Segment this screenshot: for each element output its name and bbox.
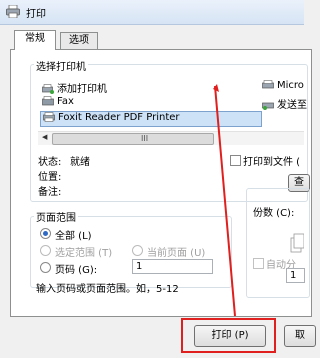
select-printer-heading: 选择打印机 xyxy=(34,58,88,73)
add-printer-icon xyxy=(42,84,54,94)
cancel-button[interactable]: 取 xyxy=(284,325,316,347)
printer-icon xyxy=(262,80,274,89)
title-bar: 打印 xyxy=(0,0,304,25)
printer-label: Fax xyxy=(57,96,74,107)
status-label: 状态: xyxy=(38,157,62,168)
printer-label: Micro xyxy=(277,80,304,91)
window-title: 打印 xyxy=(26,9,46,20)
scroll-grip: III xyxy=(141,134,149,143)
range-current-radio[interactable] xyxy=(132,245,143,256)
collate-pages-icon xyxy=(290,233,304,253)
tab-options[interactable]: 选项 xyxy=(60,32,98,50)
printer-label: Foxit Reader PDF Printer xyxy=(58,112,180,123)
send-to-printer-icon xyxy=(262,102,274,110)
range-all-radio[interactable] xyxy=(40,228,51,239)
printer-icon xyxy=(43,112,55,122)
page-range-hint: 输入页码或页面范围。如，5-12 xyxy=(36,284,179,295)
copies-label: 份数 (C): xyxy=(253,208,295,219)
printer-list-scrollbar[interactable]: ◀ III xyxy=(38,131,304,145)
printer-label: 添加打印机 xyxy=(57,84,107,95)
printer-item-send-to[interactable]: 发送至 xyxy=(262,96,307,111)
range-all-label: 全部 (L) xyxy=(55,231,92,242)
scroll-left-icon[interactable]: ◀ xyxy=(42,133,47,141)
copies-input[interactable]: 1 xyxy=(286,268,305,283)
range-current-label: 当前页面 (U) xyxy=(147,248,206,259)
location-label: 位置: xyxy=(38,172,62,183)
pages-input[interactable]: 1 xyxy=(132,259,213,274)
tab-general[interactable]: 常规 xyxy=(14,30,56,50)
printer-item-fax[interactable]: Fax xyxy=(42,96,74,109)
range-pages-label: 页码 (G): xyxy=(55,265,98,276)
print-to-file-label: 打印到文件 ( xyxy=(243,157,301,168)
comment-label: 备注: xyxy=(38,187,62,198)
tab-label: 常规 xyxy=(25,33,45,44)
highlight-arrow-icon xyxy=(213,84,236,317)
button-label: 取 xyxy=(295,330,305,341)
range-pages-radio[interactable] xyxy=(40,262,51,273)
collate-checkbox[interactable] xyxy=(253,258,264,269)
tab-label: 选项 xyxy=(69,35,89,46)
printer-item-micro[interactable]: Micro xyxy=(262,80,304,93)
printer-label: 发送至 xyxy=(277,100,307,111)
button-label: 查 xyxy=(294,177,304,188)
page-range-heading: 页面范围 xyxy=(34,209,78,224)
printer-item-add[interactable]: 添加打印机 xyxy=(42,80,107,95)
range-selection-radio[interactable] xyxy=(40,245,51,256)
fax-printer-icon xyxy=(42,96,54,106)
printer-icon xyxy=(6,5,20,18)
status-value: 就绪 xyxy=(70,157,90,168)
scroll-thumb[interactable]: III xyxy=(52,133,214,145)
range-selection-label: 选定范围 (T) xyxy=(55,248,113,259)
